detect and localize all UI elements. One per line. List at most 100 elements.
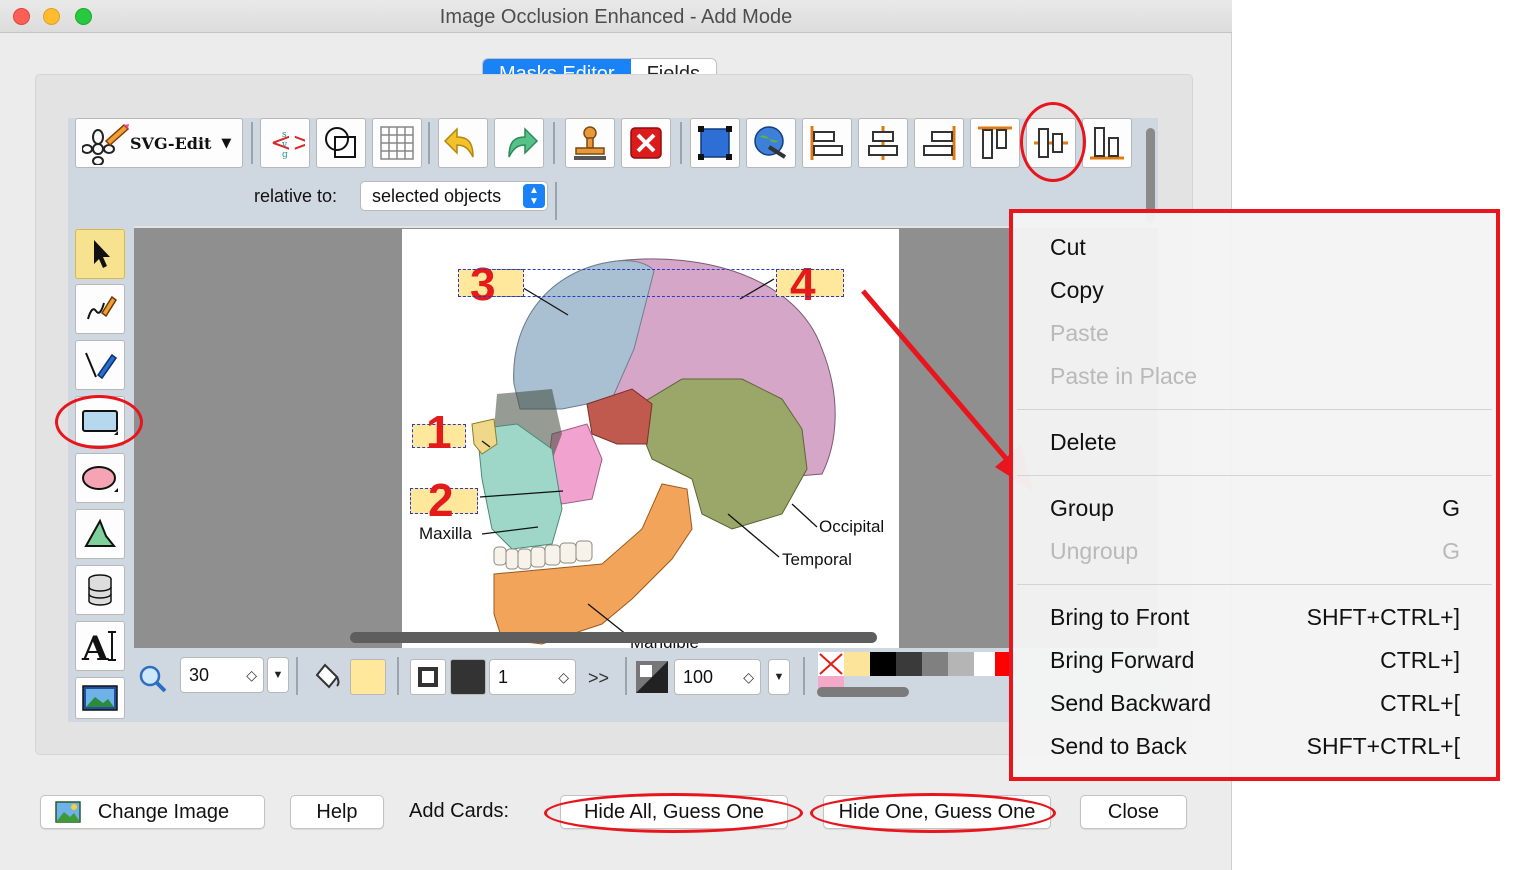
palette-scrollbar[interactable] (817, 687, 909, 697)
fill-color-swatch[interactable] (350, 659, 386, 695)
close-button[interactable]: Close (1080, 795, 1187, 829)
menu-shortcut: SHFT+CTRL+[ (1306, 733, 1460, 759)
relative-to-value: selected objects (372, 186, 502, 206)
toolbar-divider (555, 182, 557, 220)
menu-label: Ungroup (1050, 538, 1139, 564)
shapelib-tool[interactable] (75, 565, 125, 615)
stepper-icon: ◇ (246, 667, 257, 683)
delete-button[interactable] (621, 118, 671, 168)
palette-swatch[interactable] (948, 652, 974, 676)
menu-item-copy[interactable]: Copy (1050, 277, 1460, 304)
pencil-tool[interactable] (75, 284, 125, 334)
palette-swatch[interactable] (995, 652, 1009, 676)
menu-item-delete[interactable]: Delete (1050, 429, 1460, 456)
group-elements-button[interactable] (690, 118, 740, 168)
palette-none-swatch[interactable] (818, 652, 844, 676)
paint-bucket-icon (315, 663, 340, 689)
toolbar-divider (397, 657, 399, 695)
group-icon (698, 126, 732, 160)
menu-item-cut[interactable]: Cut (1050, 234, 1460, 261)
label-occipital: Occipital (819, 517, 885, 536)
svg-text:v: v (281, 140, 288, 150)
link-button[interactable] (746, 118, 796, 168)
svg-source-button[interactable]: < > s v g (260, 118, 310, 168)
menu-item-send-to-back[interactable]: Send to Back SHFT+CTRL+[ (1050, 733, 1460, 760)
toolbar-divider (803, 657, 805, 695)
zoom-input[interactable]: 30 ◇ (180, 657, 264, 693)
title-bar: Image Occlusion Enhanced - Add Mode (0, 0, 1232, 33)
zoom-dropdown[interactable]: ▼ (267, 657, 289, 693)
clone-stamp-icon (574, 126, 606, 160)
menu-item-bring-forward[interactable]: Bring Forward CTRL+] (1050, 647, 1460, 674)
pen-line-icon (85, 352, 118, 380)
mask-number-1: 1 (426, 406, 452, 458)
svg-text:<: < (270, 128, 292, 158)
align-top-button[interactable] (970, 118, 1020, 168)
palette-swatch[interactable] (870, 652, 896, 676)
delete-icon (630, 127, 662, 159)
mask-number-2: 2 (428, 474, 454, 526)
svg-text:g: g (282, 150, 288, 160)
window-title: Image Occlusion Enhanced - Add Mode (439, 6, 793, 28)
align-top-icon (978, 126, 1012, 159)
pencil-icon (87, 295, 118, 320)
menu-divider (1017, 409, 1492, 410)
menu-shortcut: CTRL+] (1380, 647, 1460, 673)
align-left-icon (810, 126, 843, 160)
fill-bucket-button[interactable] (308, 658, 344, 694)
menu-item-group[interactable]: Group G (1050, 495, 1460, 522)
zoom-value: 30 (189, 665, 210, 685)
ellipse-tool[interactable] (75, 453, 125, 503)
pen-tool[interactable] (75, 340, 125, 390)
stroke-width-input[interactable]: 1 ◇ (489, 659, 576, 695)
change-image-label: Change Image (97, 801, 230, 823)
stepper-icon: ◇ (743, 669, 754, 685)
image-tool[interactable] (75, 677, 125, 719)
chevron-down-icon: ▼ (221, 135, 232, 151)
help-button[interactable]: Help (290, 795, 384, 829)
undo-button[interactable] (438, 118, 488, 168)
label-maxilla: Maxilla (419, 524, 472, 543)
menu-shortcut: G (1442, 538, 1460, 564)
change-image-button[interactable]: Change Image (40, 795, 265, 829)
menu-label: Group (1050, 495, 1114, 521)
redo-button[interactable] (494, 118, 544, 168)
opacity-dropdown[interactable]: ▼ (768, 659, 790, 695)
toolbar-divider (553, 122, 555, 164)
text-tool[interactable]: A (75, 621, 125, 671)
stroke-color-swatch[interactable] (450, 659, 486, 695)
menu-divider (1017, 475, 1492, 476)
toolbar-divider (428, 122, 430, 164)
palette-swatch[interactable] (896, 652, 922, 676)
wireframe-button[interactable] (316, 118, 366, 168)
align-left-button[interactable] (802, 118, 852, 168)
globe-link-icon (754, 126, 787, 159)
relative-to-select[interactable]: selected objects ▲ ▼ (360, 181, 548, 211)
stroke-square-icon (418, 667, 438, 687)
svgedit-menu-button[interactable]: SVG-Edit ▼ (75, 118, 243, 168)
undo-icon (443, 127, 474, 158)
palette-swatch[interactable] (844, 652, 870, 676)
menu-item-send-backward[interactable]: Send Backward CTRL+[ (1050, 690, 1460, 717)
toolbar-divider (625, 657, 627, 695)
opacity-input[interactable]: 100 ◇ (674, 659, 761, 695)
align-center-button[interactable] (858, 118, 908, 168)
grid-icon (380, 126, 414, 160)
more-stroke-options[interactable]: >> (588, 668, 609, 689)
grid-button[interactable] (372, 118, 422, 168)
select-tool[interactable] (75, 229, 125, 279)
clone-button[interactable] (565, 118, 615, 168)
palette-swatch[interactable] (922, 652, 948, 676)
zoom-icon (139, 665, 167, 693)
canvas-horizontal-scrollbar[interactable] (350, 632, 877, 643)
menu-item-paste: Paste (1050, 320, 1109, 346)
skull-image[interactable]: 3 4 1 2 Maxilla Occipital Temporal Mandi… (402, 229, 899, 648)
toolbar-divider (251, 122, 253, 164)
align-bottom-button[interactable] (1082, 118, 1132, 168)
stroke-style-button[interactable] (410, 659, 446, 695)
select-arrows-icon: ▲ ▼ (523, 184, 545, 208)
path-tool[interactable] (75, 509, 125, 559)
align-right-button[interactable] (914, 118, 964, 168)
menu-item-bring-to-front[interactable]: Bring to Front SHFT+CTRL+] (1050, 604, 1460, 631)
menu-shortcut: G (1442, 495, 1460, 521)
